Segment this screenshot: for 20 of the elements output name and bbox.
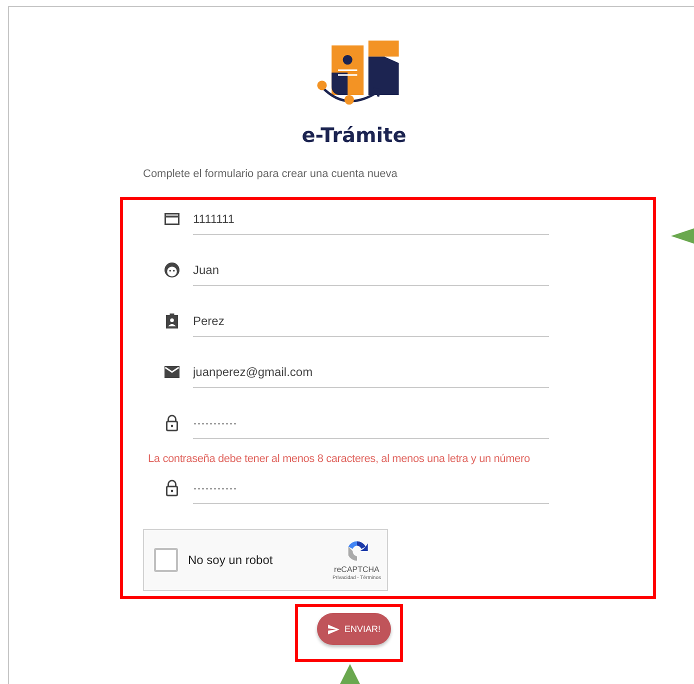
send-icon (327, 622, 340, 636)
input-field[interactable]: juanperez@gmail.com (193, 355, 549, 388)
pointer-arrow (671, 226, 694, 246)
input-field[interactable]: 1111111 (193, 202, 549, 235)
face-icon (163, 260, 181, 278)
logo-text: e-Trámite (302, 123, 406, 147)
lock-icon (163, 414, 181, 432)
input-field[interactable]: ··········· (193, 471, 549, 504)
captcha-label: No soy un robot (188, 553, 274, 567)
badge-icon (163, 312, 181, 330)
error-message: La contraseña debe tener al menos 8 caracteres, al menos una letra y un número (148, 452, 531, 466)
send-button[interactable]: ENVIAR! (317, 613, 390, 645)
pointer-arrow (340, 664, 360, 684)
checkbox[interactable] (154, 548, 178, 572)
input-field[interactable]: Perez (193, 304, 549, 337)
intro-text: Complete el formulario para crear una cuenta nueva (143, 167, 398, 181)
lock-icon (163, 478, 181, 496)
input-field[interactable]: Juan (193, 253, 549, 286)
recaptcha-text: reCAPTCHA (334, 565, 380, 575)
input-field[interactable]: ··········· (193, 406, 549, 439)
